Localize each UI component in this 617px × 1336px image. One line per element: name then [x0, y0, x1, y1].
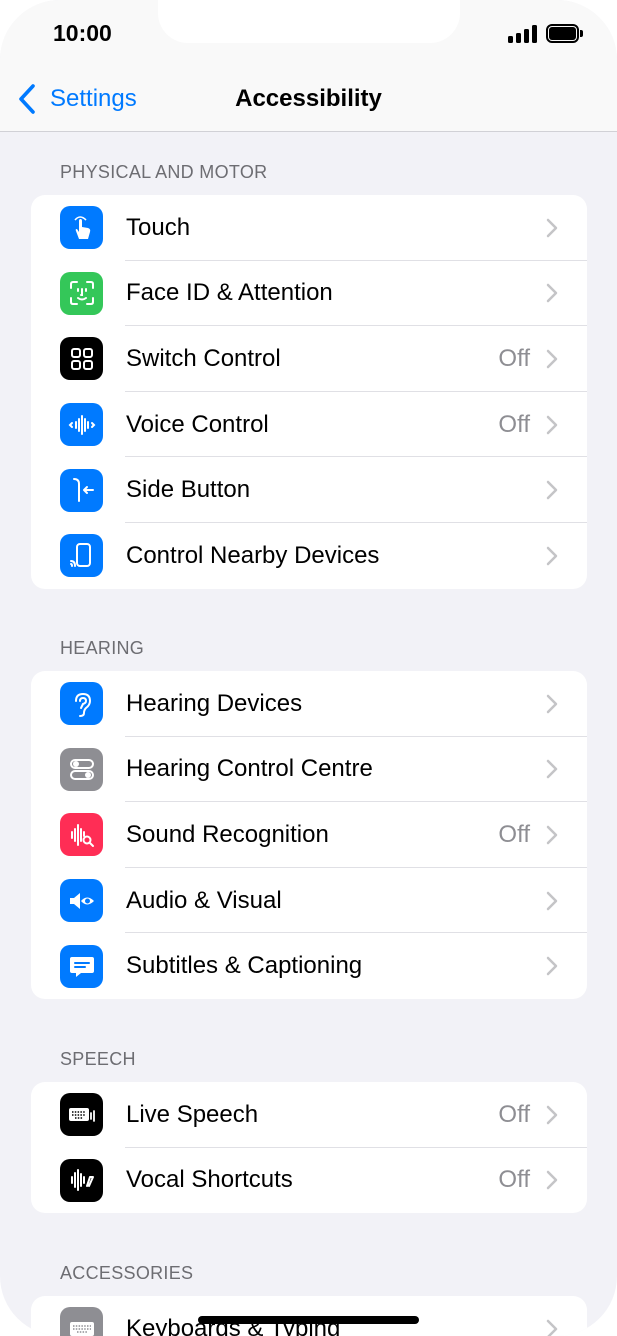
ear-icon — [60, 682, 103, 726]
row-touch[interactable]: Touch — [31, 195, 587, 261]
row-hearing-control-centre[interactable]: Hearing Control Centre — [31, 737, 587, 803]
row-label: Touch — [126, 213, 191, 241]
row-vocal-shortcuts[interactable]: Vocal Shortcuts Off — [31, 1148, 587, 1214]
row-label: Side Button — [126, 476, 251, 504]
row-switch-control[interactable]: Switch Control Off — [31, 326, 587, 392]
row-sound-recognition[interactable]: Sound Recognition Off — [31, 802, 587, 868]
audio-visual-icon — [60, 879, 103, 923]
page-title: Accessibility — [235, 85, 382, 112]
group-hearing: Hearing Devices Hearing Control Centre S… — [31, 671, 587, 999]
chevron-right-icon — [546, 284, 558, 303]
notch — [158, 0, 460, 43]
chevron-right-icon — [546, 1319, 558, 1336]
row-label: Face ID & Attention — [126, 279, 333, 307]
cellular-signal-icon — [508, 25, 538, 43]
row-face-id[interactable]: Face ID & Attention — [31, 261, 587, 327]
chevron-right-icon — [546, 1171, 558, 1190]
row-value: Off — [498, 820, 530, 848]
row-value: Off — [498, 410, 530, 438]
row-label: Sound Recognition — [126, 820, 329, 848]
row-label: Hearing Devices — [126, 689, 303, 717]
navigation-bar: Settings Accessibility — [0, 68, 617, 132]
chevron-right-icon — [546, 694, 558, 714]
chevron-right-icon — [546, 415, 558, 434]
section-header-physical-motor: PHYSICAL AND MOTOR — [60, 162, 268, 182]
captions-icon — [60, 944, 103, 988]
battery-icon — [546, 24, 583, 43]
status-time: 10:00 — [53, 20, 112, 46]
chevron-right-icon — [546, 825, 558, 845]
row-label: Switch Control — [126, 344, 281, 372]
vocal-shortcuts-icon — [60, 1158, 103, 1202]
row-label: Hearing Control Centre — [126, 755, 373, 783]
sound-recognition-icon — [60, 813, 103, 857]
row-side-button[interactable]: Side Button — [31, 457, 587, 523]
row-label: Audio & Visual — [126, 886, 282, 914]
row-hearing-devices[interactable]: Hearing Devices — [31, 671, 587, 737]
row-live-speech[interactable]: Live Speech Off — [31, 1082, 587, 1148]
chevron-right-icon — [546, 546, 558, 566]
chevron-right-icon — [546, 1105, 558, 1125]
chevron-right-icon — [546, 760, 558, 779]
chevron-right-icon — [546, 480, 558, 500]
toggles-icon — [60, 747, 103, 791]
row-label: Vocal Shortcuts — [126, 1166, 293, 1194]
face-id-icon — [60, 271, 103, 315]
row-nearby-devices[interactable]: Control Nearby Devices — [31, 523, 587, 589]
keyboard-icon — [60, 1307, 103, 1336]
row-label: Voice Control — [126, 410, 269, 438]
section-header-speech: SPEECH — [60, 1049, 136, 1069]
row-voice-control[interactable]: Voice Control Off — [31, 392, 587, 458]
group-physical-motor: Touch Face ID & Attention Switch Control… — [31, 195, 587, 589]
row-label: Control Nearby Devices — [126, 541, 380, 569]
chevron-right-icon — [546, 956, 558, 976]
switch-control-icon — [60, 337, 103, 381]
row-value: Off — [498, 1166, 530, 1194]
hand-tap-icon — [60, 206, 103, 250]
chevron-right-icon — [546, 218, 558, 238]
nearby-devices-icon — [60, 534, 103, 578]
keyboard-speech-icon — [60, 1093, 103, 1137]
group-speech: Live Speech Off Vocal Shortcuts Off — [31, 1082, 587, 1214]
voice-control-icon — [60, 403, 103, 447]
section-header-accessories: ACCESSORIES — [60, 1263, 194, 1283]
row-label: Subtitles & Captioning — [126, 952, 363, 980]
home-indicator[interactable] — [198, 1316, 419, 1324]
row-value: Off — [498, 1100, 530, 1128]
row-value: Off — [498, 344, 530, 372]
row-subtitles-captioning[interactable]: Subtitles & Captioning — [31, 933, 587, 999]
row-audio-visual[interactable]: Audio & Visual — [31, 868, 587, 934]
row-label: Live Speech — [126, 1100, 259, 1128]
side-button-icon — [60, 468, 103, 512]
section-header-hearing: HEARING — [60, 638, 145, 658]
chevron-right-icon — [546, 891, 558, 910]
phone-screen: 10:00 Settings Accessibility PHYSICAL AN… — [0, 0, 617, 1336]
chevron-right-icon — [546, 349, 558, 369]
